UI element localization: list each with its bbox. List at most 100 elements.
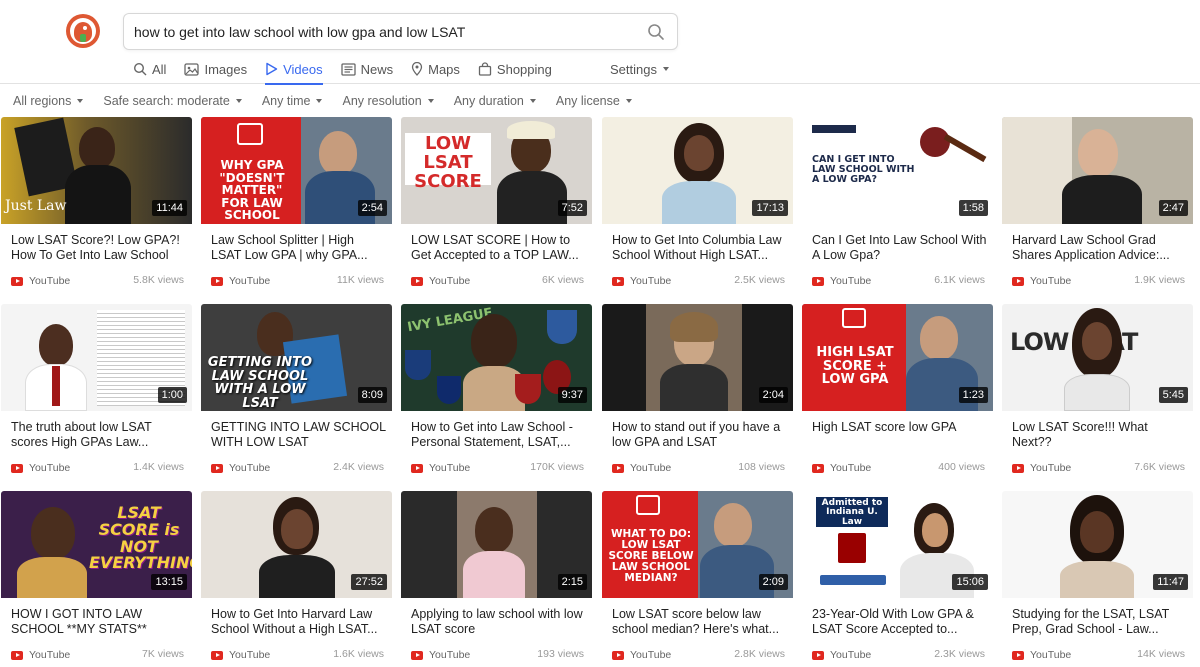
thumbnail-caption: CAN I GET INTO LAW SCHOOL WITH A LOW GPA… <box>812 154 915 185</box>
person-body-shape <box>305 171 375 224</box>
youtube-icon <box>612 463 624 473</box>
iu-logo-icon <box>838 533 866 563</box>
hair-shape <box>670 312 718 342</box>
video-card[interactable]: 17:13 How to Get Into Columbia Law Schoo… <box>602 117 793 295</box>
person-shape <box>714 503 752 547</box>
video-title[interactable]: Applying to law school with low LSAT sco… <box>411 607 586 637</box>
tab-shopping-label: Shopping <box>496 61 552 77</box>
scales-logo-icon <box>842 308 866 328</box>
video-card[interactable]: 11:47 Studying for the LSAT, LSAT Prep, … <box>1002 491 1193 667</box>
source-label: YouTube <box>429 275 471 287</box>
video-card[interactable]: 2:15 Applying to law school with low LSA… <box>401 491 592 667</box>
video-meta: YouTube 6.1K views <box>812 274 985 288</box>
tab-videos[interactable]: Videos <box>265 58 323 85</box>
shield-icon <box>437 376 461 404</box>
filter-label: All regions <box>13 94 72 108</box>
view-count: 7K views <box>141 648 184 660</box>
youtube-icon <box>211 463 223 473</box>
tab-all[interactable]: All <box>133 58 166 80</box>
duration-badge: 7:52 <box>557 200 587 216</box>
video-card[interactable]: WHAT TO DO: LOW LSAT SCORE BELOW LAW SCH… <box>602 491 793 667</box>
video-title[interactable]: Low LSAT score below law school median? … <box>612 607 787 637</box>
person-shape <box>319 131 357 175</box>
video-title[interactable]: The truth about low LSAT scores High GPA… <box>11 420 186 450</box>
video-card[interactable]: 2:47 Harvard Law School Grad Shares Appl… <box>1002 117 1193 295</box>
duckduckgo-logo[interactable] <box>66 14 100 48</box>
person-body-shape <box>700 545 774 598</box>
filter-safe-search[interactable]: Safe search: moderate <box>103 94 242 108</box>
tab-maps[interactable]: Maps <box>411 58 460 80</box>
duration-badge: 1:23 <box>958 387 988 403</box>
duration-badge: 2:47 <box>1158 200 1188 216</box>
person-body-shape <box>906 358 978 411</box>
video-title[interactable]: Low LSAT Score!!! What Next?? <box>1012 420 1187 450</box>
source-label: YouTube <box>630 462 672 474</box>
tab-images[interactable]: Images <box>184 58 247 80</box>
video-title[interactable]: 23-Year-Old With Low GPA & LSAT Score Ac… <box>812 607 987 637</box>
video-title[interactable]: How to Get Into Harvard Law School Witho… <box>211 607 386 637</box>
youtube-icon <box>612 650 624 660</box>
filter-license[interactable]: Any license <box>556 94 632 108</box>
video-card[interactable]: 2:04 How to stand out if you have a low … <box>602 304 793 482</box>
duration-badge: 2:15 <box>557 574 587 590</box>
video-title[interactable]: LOW LSAT SCORE | How to Get Accepted to … <box>411 233 586 263</box>
view-count: 2.4K views <box>333 461 384 473</box>
source-label: YouTube <box>29 649 71 661</box>
video-title[interactable]: How to stand out if you have a low GPA a… <box>612 420 787 450</box>
filter-regions[interactable]: All regions <box>13 94 84 108</box>
source-label: YouTube <box>830 649 872 661</box>
view-count: 108 views <box>738 461 785 473</box>
tab-images-label: Images <box>204 61 248 77</box>
view-count: 7.6K views <box>1134 461 1185 473</box>
video-title[interactable]: How to Get Into Columbia Law School With… <box>612 233 787 263</box>
video-card[interactable]: WHY GPA "DOESN'T MATTER" FOR LAW SCHOOL … <box>201 117 392 295</box>
video-card[interactable]: 1:00 The truth about low LSAT scores Hig… <box>1 304 192 482</box>
search-input[interactable] <box>134 22 624 42</box>
person-body-shape <box>1064 374 1130 411</box>
video-card[interactable]: LSAT SCORE is NOT EVERYTHING 13:15 HOW I… <box>1 491 192 667</box>
video-card[interactable]: Just Law 11:44 Low LSAT Score?! Low GPA?… <box>1 117 192 295</box>
filter-label: Any license <box>555 94 620 108</box>
video-title[interactable]: Can I Get Into Law School With A Low Gpa… <box>812 233 987 263</box>
video-card[interactable]: CAN I GET INTO LAW SCHOOL WITH A LOW GPA… <box>802 117 993 295</box>
video-title[interactable]: How to Get into Law School - Personal St… <box>411 420 586 450</box>
video-title[interactable]: GETTING INTO LAW SCHOOL WITH LOW LSAT <box>211 420 386 450</box>
video-meta: YouTube 400 views <box>812 461 985 475</box>
youtube-icon <box>812 276 824 286</box>
duration-badge: 8:09 <box>357 387 387 403</box>
filter-time[interactable]: Any time <box>262 94 323 108</box>
video-title[interactable]: High LSAT score low GPA <box>812 420 987 450</box>
duration-badge: 11:47 <box>1153 574 1188 590</box>
settings-dropdown[interactable]: Settings <box>610 58 669 80</box>
person-shape <box>471 314 517 368</box>
source-label: YouTube <box>229 649 271 661</box>
video-title[interactable]: Low LSAT Score?! Low GPA?! How To Get In… <box>11 233 186 263</box>
video-card[interactable]: HIGH LSAT SCORE + LOW GPA 1:23 High LSAT… <box>802 304 993 482</box>
face-shape <box>1082 322 1112 360</box>
video-card[interactable]: LOW LSAT SCORE 7:52 LOW LSAT SCORE | How… <box>401 117 592 295</box>
video-title[interactable]: HOW I GOT INTO LAW SCHOOL **MY STATS** <box>11 607 186 637</box>
video-card[interactable]: IVY LEAGUE 9:37 How to Get into Law Scho… <box>401 304 592 482</box>
video-title[interactable]: Harvard Law School Grad Shares Applicati… <box>1012 233 1187 263</box>
face-shape <box>684 135 714 171</box>
filter-duration[interactable]: Any duration <box>454 94 536 108</box>
video-card[interactable]: 27:52 How to Get Into Harvard Law School… <box>201 491 392 667</box>
video-title[interactable]: Law School Splitter | High LSAT Low GPA … <box>211 233 386 263</box>
video-thumbnail: WHY GPA "DOESN'T MATTER" FOR LAW SCHOOL … <box>201 117 392 224</box>
view-count: 1.9K views <box>1134 274 1185 286</box>
video-card[interactable]: GETTING INTO LAW SCHOOL WITH A LOW LSAT … <box>201 304 392 482</box>
filter-resolution[interactable]: Any resolution <box>342 94 434 108</box>
search-icon[interactable] <box>647 23 665 41</box>
video-card[interactable]: Admitted to Indiana U. Law 15:06 23-Year… <box>802 491 993 667</box>
face-shape <box>1080 511 1114 553</box>
video-thumbnail: CAN I GET INTO LAW SCHOOL WITH A LOW GPA… <box>802 117 993 224</box>
tab-news[interactable]: News <box>340 58 393 80</box>
face-shape <box>281 509 313 549</box>
cap-shape <box>507 121 555 139</box>
video-card[interactable]: LOW LSAT 5:45 Low LSAT Score!!! What Nex… <box>1002 304 1193 482</box>
video-title[interactable]: Studying for the LSAT, LSAT Prep, Grad S… <box>1012 607 1187 637</box>
image-icon <box>184 62 200 76</box>
tab-shopping[interactable]: Shopping <box>478 58 552 80</box>
video-thumbnail: 11:47 <box>1002 491 1193 598</box>
video-thumbnail: 27:52 <box>201 491 392 598</box>
